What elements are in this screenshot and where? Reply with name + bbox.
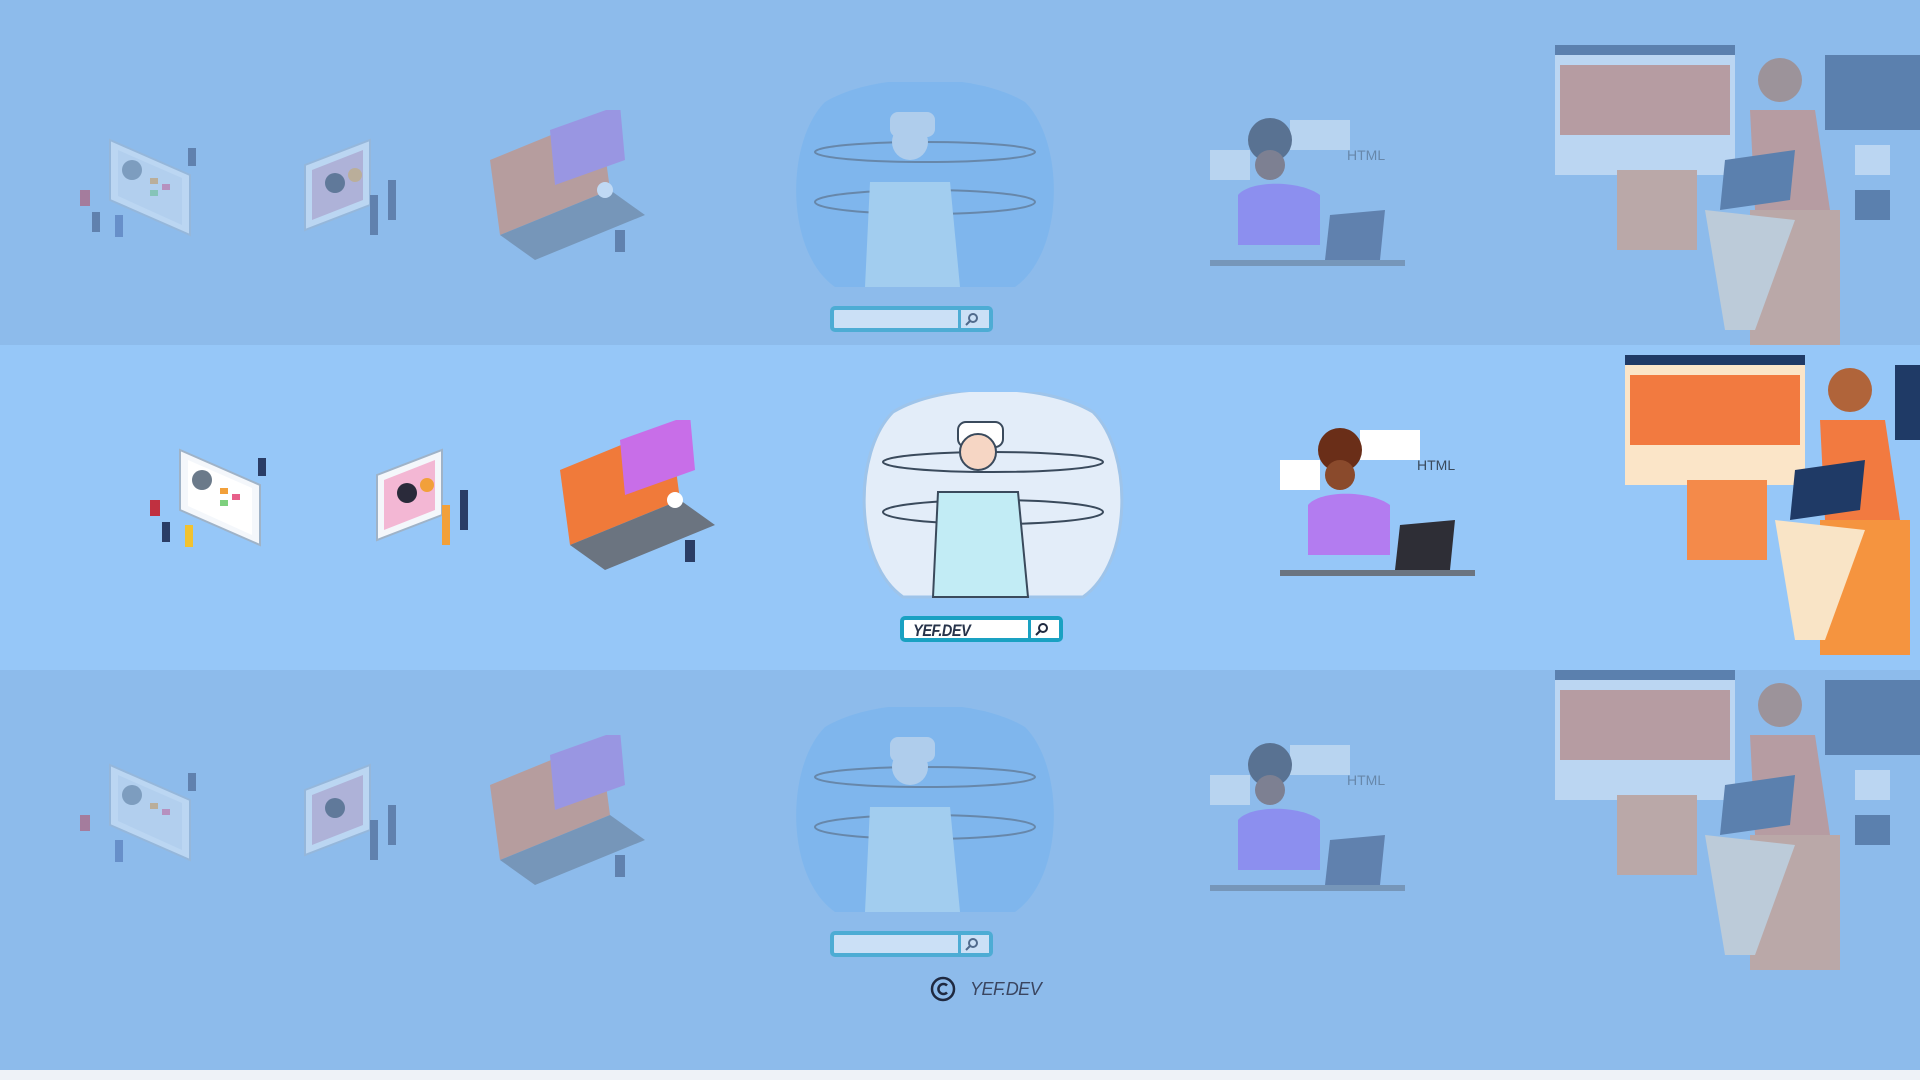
search-input[interactable]: YEF.DEV bbox=[908, 622, 1011, 640]
developer-man-illustration bbox=[1555, 45, 1920, 345]
vr-person-illustration bbox=[862, 392, 1124, 599]
html-tag-label: HTML bbox=[1347, 772, 1385, 788]
middle-illustration-band: YEF.DEV HTML bbox=[0, 345, 1920, 670]
team-monitor-illustration bbox=[80, 763, 196, 862]
search-bar[interactable]: YEF.DEV bbox=[900, 616, 1063, 642]
bottom-strip bbox=[0, 1070, 1920, 1080]
bottom-illustration-band: HTML bbox=[0, 670, 1920, 1070]
vr-person-illustration bbox=[796, 82, 1054, 287]
video-call-illustration bbox=[376, 448, 468, 545]
developer-man-illustration bbox=[1555, 670, 1920, 970]
copyright-brand: YEF.DEV bbox=[970, 978, 1042, 999]
team-monitor-illustration bbox=[150, 448, 266, 547]
vr-person-illustration bbox=[796, 707, 1054, 912]
search-bar[interactable] bbox=[830, 931, 993, 957]
search-button[interactable] bbox=[958, 935, 989, 953]
magnifier-icon bbox=[965, 313, 978, 326]
magnifier-icon bbox=[965, 938, 978, 951]
developer-man-illustration bbox=[1625, 355, 1920, 655]
search-button[interactable] bbox=[1028, 620, 1059, 638]
developer-woman-illustration: HTML bbox=[1280, 428, 1475, 576]
copyright-footer: YEF.DEV bbox=[930, 976, 1042, 1002]
developer-woman-illustration: HTML bbox=[1210, 118, 1405, 266]
search-bar[interactable] bbox=[830, 306, 993, 332]
laptop-code-illustration bbox=[490, 110, 645, 260]
top-illustration-band: HTML bbox=[0, 0, 1920, 345]
magnifier-icon bbox=[1035, 623, 1048, 636]
search-input[interactable] bbox=[838, 312, 941, 326]
copyright-icon bbox=[930, 976, 956, 1002]
laptop-code-illustration bbox=[560, 420, 715, 570]
search-input[interactable] bbox=[838, 937, 941, 951]
video-call-illustration bbox=[304, 763, 396, 860]
developer-woman-illustration: HTML bbox=[1210, 743, 1405, 891]
team-monitor-illustration bbox=[80, 138, 196, 237]
search-button[interactable] bbox=[958, 310, 989, 328]
html-tag-label: HTML bbox=[1417, 457, 1455, 473]
video-call-illustration bbox=[304, 138, 396, 235]
laptop-code-illustration bbox=[490, 735, 645, 885]
html-tag-label: HTML bbox=[1347, 147, 1385, 163]
